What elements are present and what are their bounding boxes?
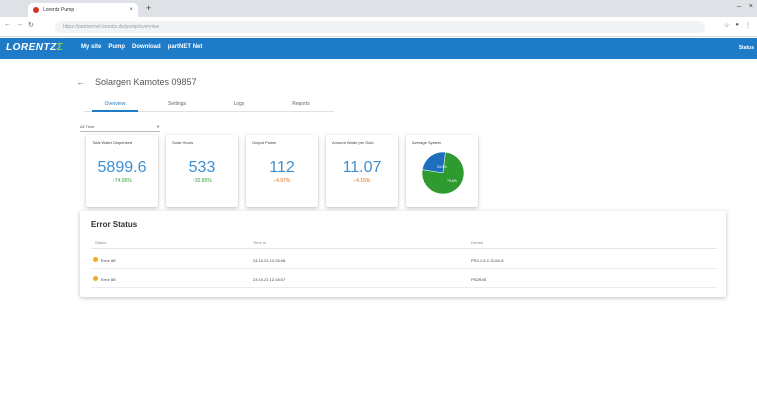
kpi-card-output-power: Output Power 112 ↓4.07% <box>246 135 318 207</box>
kpi-value: 112 <box>269 159 295 176</box>
star-icon[interactable]: ☆ <box>724 22 729 29</box>
error-status-panel: Error Status Status Time in Device Error… <box>80 211 726 297</box>
logo-accent: Σ <box>56 42 64 53</box>
main-content: ← Solargen Kamotes 09857 Overview Settin… <box>0 59 757 410</box>
kpi-value: 5899.6 <box>97 159 147 176</box>
nav-buttons: ← → ↻ <box>4 21 34 29</box>
table-row[interactable]: Error 88 23.10.21 12:18:07 PS2R4S <box>91 270 717 288</box>
kpi-value: 11.07 <box>342 159 382 176</box>
chevron-down-icon: ▼ <box>156 124 160 129</box>
browser-extensions: ☆ ● ⋮ <box>724 22 751 29</box>
kpi-delta: ↓4.07% <box>273 178 291 184</box>
tab-settings[interactable]: Settings <box>146 98 208 111</box>
back-arrow-icon[interactable]: ← <box>4 21 11 29</box>
pie-slice-0 <box>421 151 446 174</box>
error-device-cell: PS2-1.8 C-SJ42-8 <box>471 258 504 263</box>
window-controls: – × <box>737 3 753 10</box>
table-row[interactable]: Error 88 24.10.21 12:26:08 PS2-1.8 C-SJ4… <box>91 251 717 269</box>
favicon-icon <box>33 7 39 13</box>
lorentz-logo[interactable]: LORENTZΣ <box>6 42 63 53</box>
kpi-card-water: Total Water Dispensed 5899.6 ↑74.05% <box>86 135 158 207</box>
kpi-value: 533 <box>188 159 216 176</box>
browser-tab[interactable]: Lorentz Pump × <box>28 3 138 17</box>
time-range-select[interactable]: All Time ▼ <box>80 124 160 132</box>
tab-overview[interactable]: Overview <box>84 98 146 112</box>
browser-tab-title: Lorentz Pump <box>43 7 75 13</box>
tab-logs[interactable]: Logs <box>208 98 270 111</box>
error-status-title: Error Status <box>91 220 138 229</box>
url-field[interactable]: https://partnernet.lorentz.de/pump/overv… <box>55 21 705 33</box>
error-device-cell: PS2R4S <box>471 277 487 282</box>
kpi-delta: ↑74.05% <box>112 178 132 184</box>
pie-label: 24.4% <box>437 165 447 169</box>
kpi-card-average-system: Average System 24.4% 75.6% <box>406 135 478 207</box>
page-header: ← Solargen Kamotes 09857 <box>76 77 197 87</box>
logo-text: LORENTZ <box>6 42 57 53</box>
error-time-cell: 23.10.21 12:18:07 <box>253 277 286 282</box>
reload-icon[interactable]: ↻ <box>28 21 34 29</box>
kpi-label: Total Water Dispensed <box>92 140 133 145</box>
address-bar: ← → ↻ https://partnernet.lorentz.de/pump… <box>0 17 757 37</box>
menu-item-pump[interactable]: Pump <box>108 44 125 50</box>
warning-dot-icon <box>93 276 98 281</box>
back-icon[interactable]: ← <box>76 77 85 87</box>
kpi-label: Solar Hours <box>172 140 194 145</box>
menu-dots-icon[interactable]: ⋮ <box>745 22 751 29</box>
error-status-cell: Error 88 <box>101 277 116 282</box>
kpi-delta: ↑20.85% <box>192 178 212 184</box>
kpi-delta: ↓4.15% <box>353 178 371 184</box>
extension-icon[interactable]: ● <box>735 22 739 29</box>
kpi-label: Output Power <box>252 140 277 145</box>
time-range-value: All Time <box>80 124 95 129</box>
user-menu[interactable]: Status <box>739 45 754 51</box>
new-tab-icon[interactable]: + <box>146 3 151 13</box>
kpi-card-solar-hours: Solar Hours 533 ↑20.85% <box>166 135 238 207</box>
browser-tabstrip: Lorentz Pump × + – × <box>0 0 757 17</box>
main-menu: My site Pump Download partNET Net <box>81 44 202 50</box>
error-status-cell: Error 88 <box>101 258 116 263</box>
warning-dot-icon <box>93 257 98 262</box>
column-header-status[interactable]: Status <box>95 240 106 245</box>
pie-label: 75.6% <box>447 179 457 183</box>
menu-item-my-site[interactable]: My site <box>81 44 101 50</box>
kpi-label: Average System <box>412 140 442 145</box>
kpi-card-water-per-sold: Amount Water per Sold 11.07 ↓4.15% <box>326 135 398 207</box>
page-title: Solargen Kamotes 09857 <box>95 77 197 87</box>
tab-reports[interactable]: Reports <box>270 98 332 111</box>
forward-arrow-icon[interactable]: → <box>16 21 23 29</box>
error-time-cell: 24.10.21 12:26:08 <box>253 258 286 263</box>
menu-item-partnet[interactable]: partNET Net <box>168 44 203 50</box>
column-header-device[interactable]: Device <box>471 240 483 245</box>
error-table-header: Status Time in Device <box>91 240 717 249</box>
menu-item-download[interactable]: Download <box>132 44 161 50</box>
url-text: https://partnernet.lorentz.de/pump/overv… <box>63 24 160 30</box>
app-header: LORENTZΣ My site Pump Download partNET N… <box>0 38 757 59</box>
page-tabs: Overview Settings Logs Reports <box>84 98 334 112</box>
average-system-pie-chart: 24.4% 75.6% <box>421 151 465 195</box>
close-tab-icon[interactable]: × <box>129 7 133 13</box>
kpi-label: Amount Water per Sold <box>332 140 374 145</box>
close-window-icon[interactable]: × <box>749 3 753 10</box>
column-header-time[interactable]: Time in <box>253 240 266 245</box>
minimize-icon[interactable]: – <box>737 3 741 10</box>
